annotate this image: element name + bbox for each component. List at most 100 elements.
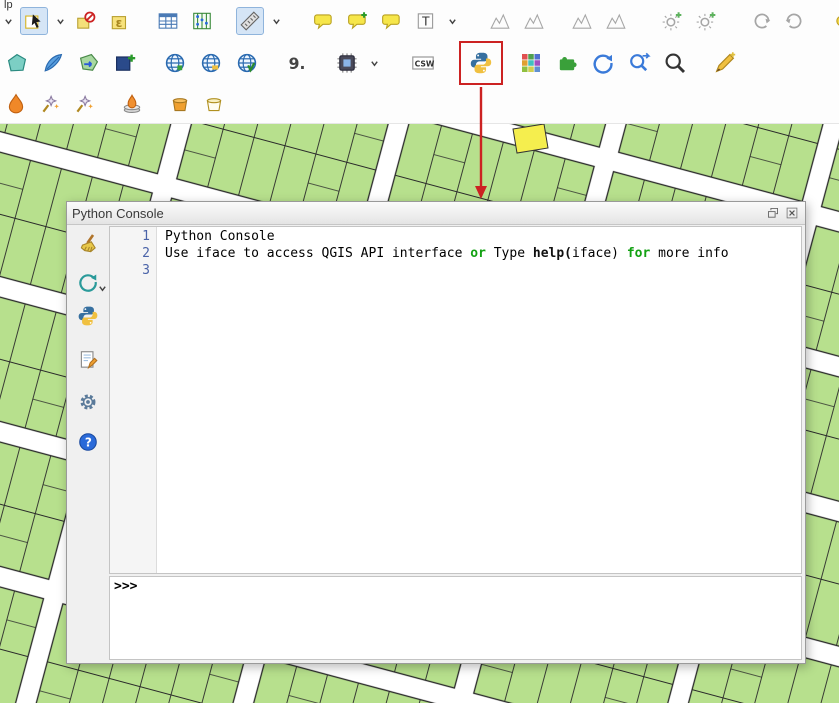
add-layer-button[interactable] [110, 48, 140, 78]
help-button[interactable]: ? [75, 429, 101, 455]
clear-console-button[interactable] [75, 231, 101, 257]
zoom-button[interactable] [660, 48, 690, 78]
show-editor-button[interactable] [75, 347, 101, 373]
plugins-button[interactable] [552, 48, 582, 78]
refresh-button[interactable] [588, 48, 618, 78]
console-input[interactable]: >>> [109, 576, 802, 660]
python-console-button[interactable] [466, 48, 496, 78]
statistics-button[interactable] [188, 7, 216, 35]
search-layers-button[interactable] [624, 48, 654, 78]
chevron-down-icon [56, 17, 65, 26]
code-text: Type [486, 246, 533, 261]
sun-plus-icon [695, 10, 717, 32]
metasearch-button[interactable]: 9. [282, 48, 312, 78]
speech-bubble-icon [313, 10, 335, 32]
python-icon [77, 305, 99, 327]
style-feather-button[interactable] [38, 48, 68, 78]
float-panel-button[interactable] [765, 205, 781, 221]
chevron-down-icon [448, 17, 457, 26]
rotate-east-button[interactable] [748, 7, 776, 35]
code-text: iface) [572, 246, 627, 261]
web-service-button-2[interactable] [196, 48, 226, 78]
chevron-down-icon [4, 17, 13, 26]
csw-button[interactable]: CSW [408, 48, 438, 78]
import-class-button[interactable] [75, 269, 101, 295]
keyword-for: for [627, 246, 650, 261]
histogram-icon [523, 10, 545, 32]
toolbar-row-2: 9. CSW [0, 40, 839, 86]
select-features-icon [23, 10, 45, 32]
chip-dropdown-button[interactable] [368, 49, 380, 77]
metasearch-icon: 9. [285, 51, 309, 75]
chevron-down-icon [370, 59, 379, 68]
toolbar-row-3 [0, 86, 839, 122]
sketch-wand-button[interactable] [710, 48, 740, 78]
float-icon [766, 206, 780, 220]
droplet-button[interactable] [2, 90, 30, 118]
select-features-button[interactable] [20, 7, 48, 35]
svg-text:CSW: CSW [415, 59, 435, 68]
highlight-blob-button[interactable] [830, 7, 839, 35]
globe-icon [199, 51, 223, 75]
console-line-2: Use iface to access QGIS API interface o… [165, 245, 801, 262]
new-layer-button[interactable] [2, 48, 32, 78]
star-wand-button-2[interactable] [70, 90, 98, 118]
python-console-panel: Python Console ? 1 [66, 201, 806, 664]
white-bucket-icon [203, 93, 225, 115]
line-number: 2 [110, 245, 150, 262]
histogram-button-3[interactable] [568, 7, 596, 35]
select-dropdown-button[interactable] [54, 7, 66, 35]
console-line-1: Python Console [165, 228, 801, 245]
annotation-dropdown-button[interactable] [446, 7, 458, 35]
flame-layers-button[interactable] [118, 90, 146, 118]
qgis-application: { "menubar": { "partial_menu": "lp" }, "… [0, 0, 839, 703]
python-icon [469, 51, 493, 75]
svg-text:9.: 9. [289, 55, 306, 73]
feather-icon [41, 51, 65, 75]
select-by-expression-button[interactable]: ε [106, 7, 134, 35]
orange-bucket-icon [169, 93, 191, 115]
web-service-button-1[interactable] [160, 48, 190, 78]
histogram-button-2[interactable] [520, 7, 548, 35]
fill-bucket-button[interactable] [166, 90, 194, 118]
rotate-west-button[interactable] [782, 7, 810, 35]
decoration-button-2[interactable] [692, 7, 720, 35]
measure-dropdown-button[interactable] [270, 7, 282, 35]
globe-icon [235, 51, 259, 75]
close-panel-button[interactable] [784, 205, 800, 221]
broom-icon [77, 233, 99, 255]
svg-text:?: ? [85, 435, 92, 449]
histogram-button-1[interactable] [486, 7, 514, 35]
chevron-down-icon [98, 284, 107, 293]
svg-text:ε: ε [116, 16, 123, 30]
cube-plus-icon [113, 51, 137, 75]
run-script-button[interactable] [75, 303, 101, 329]
close-icon [785, 206, 799, 220]
map-tips-button[interactable] [310, 7, 338, 35]
processing-chip-button[interactable] [332, 48, 362, 78]
options-button[interactable] [75, 389, 101, 415]
circular-arrow-icon [785, 10, 807, 32]
menu-fragment[interactable]: lp [4, 0, 13, 11]
chevron-down-icon [272, 17, 281, 26]
new-annotation-button[interactable] [344, 7, 372, 35]
annotation-button[interactable] [378, 7, 406, 35]
web-service-button-3[interactable] [232, 48, 262, 78]
text-annotation-button[interactable]: T [412, 7, 440, 35]
console-output[interactable]: 1 2 3 Python Console Use iface to access… [109, 226, 802, 574]
histogram-button-4[interactable] [602, 7, 630, 35]
bubble-plus-icon [347, 10, 369, 32]
attribute-table-button[interactable] [154, 7, 182, 35]
decoration-button-1[interactable] [658, 7, 686, 35]
star-wand-button-1[interactable] [36, 90, 64, 118]
color-grid-button[interactable] [516, 48, 546, 78]
dropdown-button[interactable] [2, 7, 14, 35]
geometry-tools-button[interactable] [74, 48, 104, 78]
ruler-icon [239, 10, 261, 32]
measure-button[interactable] [236, 7, 264, 35]
svg-text:T: T [421, 14, 430, 28]
empty-bucket-button[interactable] [200, 90, 228, 118]
panel-titlebar[interactable]: Python Console [67, 202, 805, 225]
circular-arrow-icon [751, 10, 773, 32]
deselect-features-button[interactable] [72, 7, 100, 35]
